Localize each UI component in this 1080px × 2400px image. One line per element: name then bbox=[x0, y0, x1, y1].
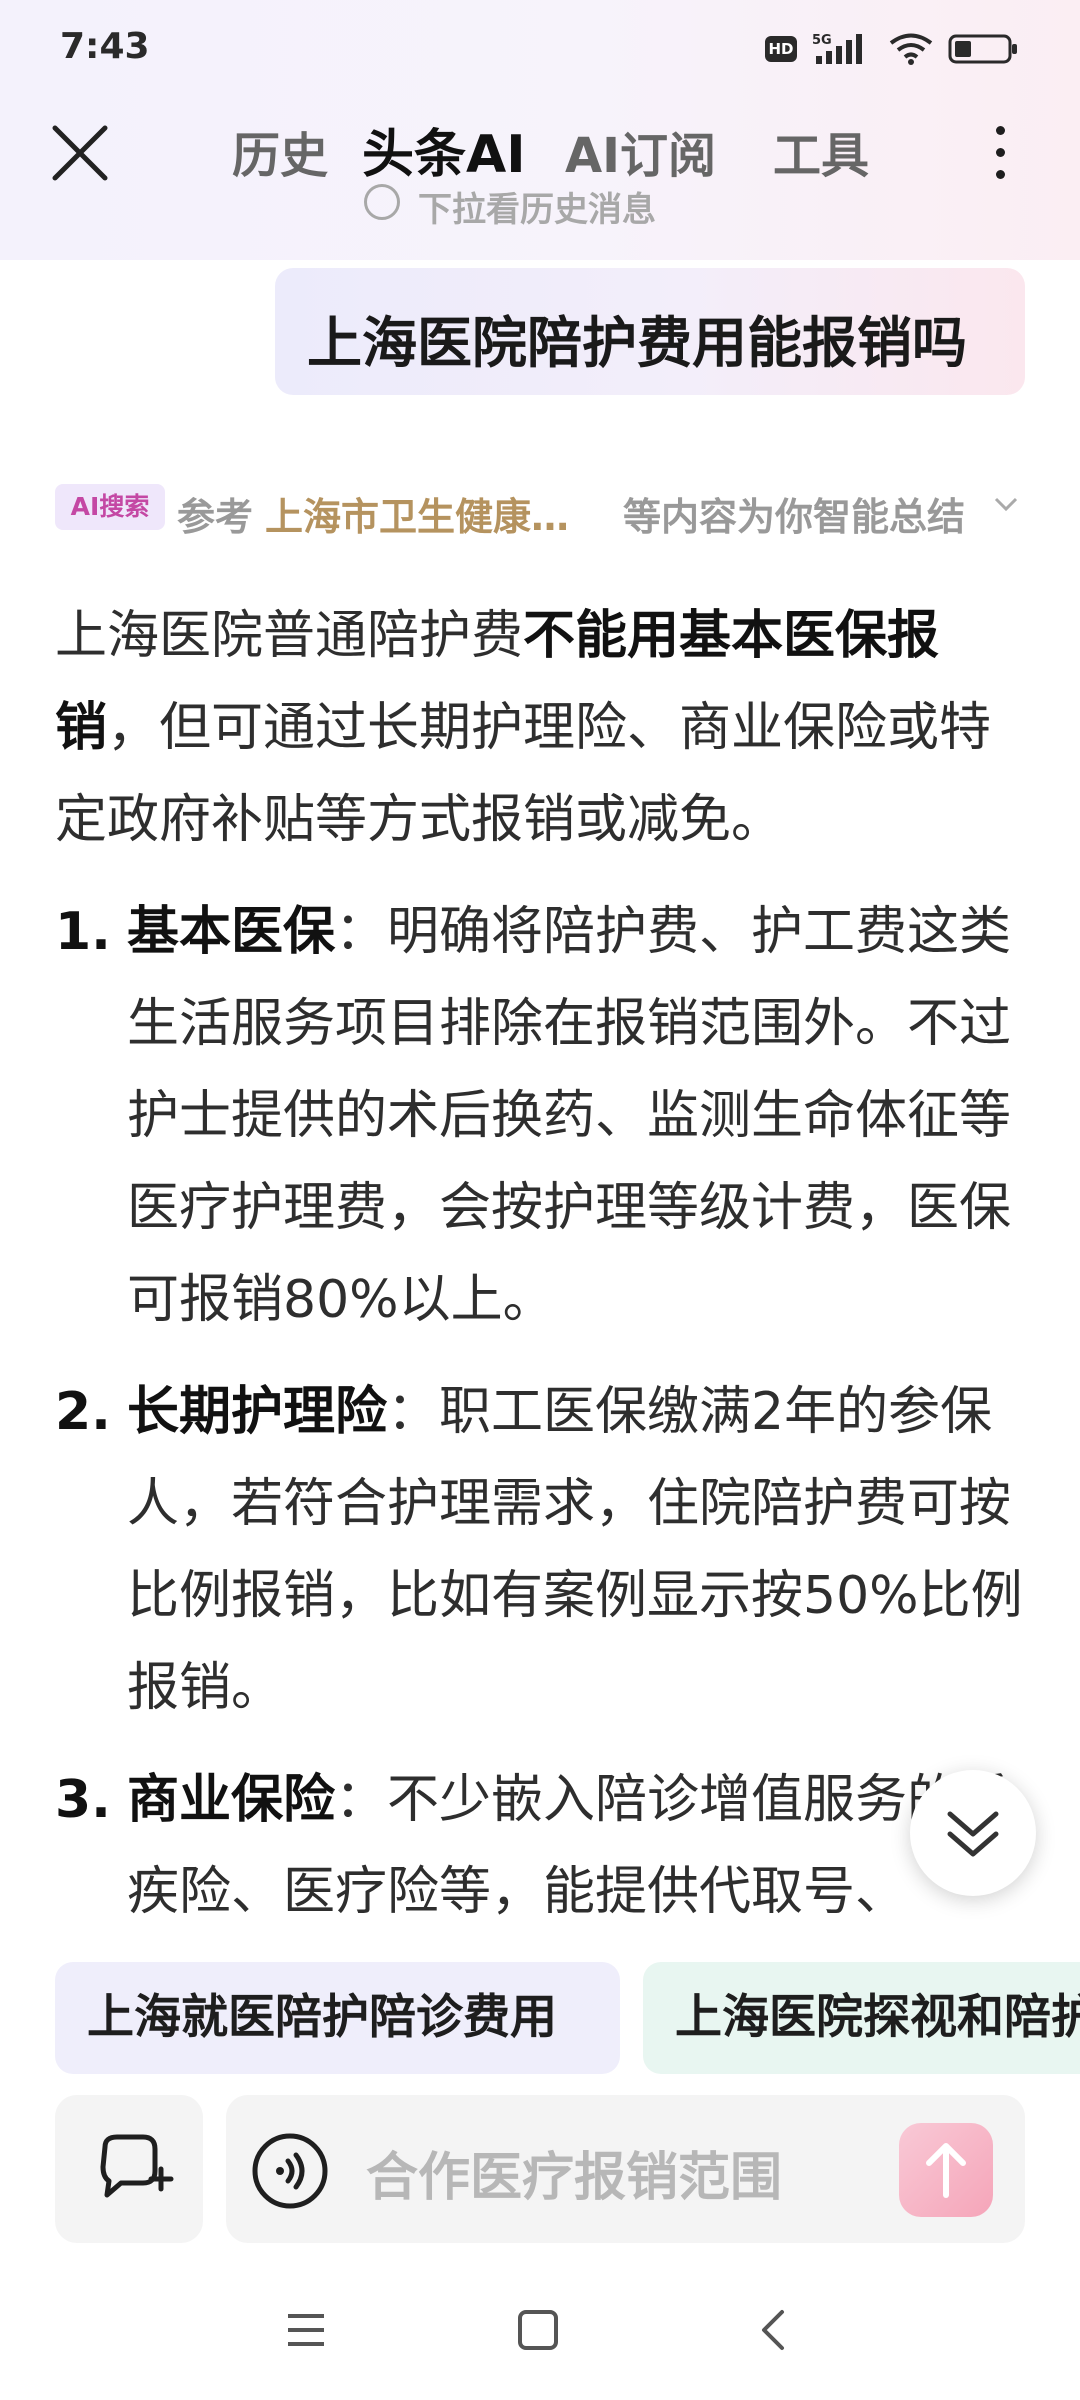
scroll-to-bottom-button[interactable] bbox=[910, 1770, 1036, 1896]
source-attribution[interactable]: AI搜索 参考 上海市卫生健康… 等内容为你智能总结 bbox=[55, 480, 1025, 540]
send-arrow-icon bbox=[926, 2143, 966, 2198]
menu-icon[interactable] bbox=[284, 2308, 328, 2352]
new-chat-icon bbox=[100, 2134, 174, 2198]
user-query-text: 上海医院陪护费用能报销吗 bbox=[307, 311, 968, 375]
back-icon[interactable] bbox=[752, 2308, 796, 2352]
tab-toutiao-ai[interactable]: 头条AI bbox=[362, 112, 526, 187]
suggestion-chip[interactable]: 上海医院探视和陪护 bbox=[643, 1962, 1080, 2074]
answer-intro: 上海医院普通陪护费不能用基本医保报销，但可通过长期护理险、商业保险或特定政府补贴… bbox=[55, 590, 1030, 866]
reference-label: 参考 bbox=[177, 495, 254, 539]
chat-input[interactable]: 合作医疗报销范围 bbox=[226, 2095, 1025, 2243]
status-bar: 7:43 HD 5G bbox=[0, 0, 1080, 100]
chevron-down-icon[interactable] bbox=[992, 490, 1020, 518]
suggestion-chips: 上海就医陪护陪诊费用 上海医院探视和陪护 bbox=[55, 1962, 1080, 2076]
tab-history[interactable]: 历史 bbox=[232, 116, 328, 186]
list-item-title: 基本医保 bbox=[127, 902, 336, 962]
intro-text: 上海医院普通陪护费 bbox=[55, 606, 524, 666]
list-item-text: ：明确将陪护费、护工费这类生活服务项目排除在报销范围外。不过护士提供的术后换药、… bbox=[127, 902, 1012, 1330]
chat-input-row: 合作医疗报销范围 bbox=[0, 2095, 1080, 2245]
hd-icon: HD bbox=[765, 36, 797, 62]
double-chevron-down-icon bbox=[947, 1811, 999, 1857]
status-time: 7:43 bbox=[60, 26, 150, 67]
voice-icon[interactable] bbox=[250, 2131, 330, 2211]
list-number: 2. bbox=[55, 1382, 111, 1442]
reference-source-link[interactable]: 上海市卫生健康… bbox=[265, 486, 569, 541]
list-item-title: 商业保险 bbox=[127, 1770, 336, 1830]
new-chat-button[interactable] bbox=[55, 2095, 203, 2243]
home-icon[interactable] bbox=[516, 2308, 560, 2352]
intro-text-tail: ，但可通过长期护理险、商业保险或特定政府补贴等方式报销或减免。 bbox=[55, 698, 992, 850]
suggestion-chip[interactable]: 上海就医陪护陪诊费用 bbox=[55, 1962, 620, 2074]
list-number: 1. bbox=[55, 902, 111, 962]
ai-answer: 上海医院普通陪护费不能用基本医保报销，但可通过长期护理险、商业保险或特定政府补贴… bbox=[55, 590, 1030, 1938]
tab-tools[interactable]: 工具 bbox=[773, 116, 869, 186]
list-item: 2. 长期护理险：职工医保缴满2年的参保人，若符合护理需求，住院陪护费可按比例报销… bbox=[55, 1366, 1030, 1734]
send-button[interactable] bbox=[899, 2123, 993, 2217]
answer-list: 1. 基本医保：明确将陪护费、护工费这类生活服务项目排除在报销范围外。不过护士提供… bbox=[55, 886, 1030, 1938]
wifi-icon bbox=[889, 33, 933, 65]
input-placeholder: 合作医疗报销范围 bbox=[366, 2148, 783, 2208]
system-nav-bar bbox=[0, 2280, 1080, 2380]
pull-history-hint: 下拉看历史消息 bbox=[0, 180, 1080, 230]
network-label: 5G bbox=[812, 33, 832, 48]
user-message-bubble: 上海医院陪护费用能报销吗 bbox=[275, 268, 1025, 395]
list-item-title: 长期护理险 bbox=[127, 1382, 388, 1442]
close-icon[interactable] bbox=[45, 118, 115, 188]
battery-icon bbox=[948, 34, 1017, 64]
signal-icon: 5G bbox=[812, 33, 862, 64]
pull-history-text: 下拉看历史消息 bbox=[418, 190, 656, 230]
list-item: 1. 基本医保：明确将陪护费、护工费这类生活服务项目排除在报销范围外。不过护士提供… bbox=[55, 886, 1030, 1346]
clock-icon bbox=[364, 184, 400, 220]
reference-summary-text: 等内容为你智能总结 bbox=[623, 495, 966, 539]
tab-ai-subscription[interactable]: AI订阅 bbox=[565, 116, 716, 186]
ai-search-badge: AI搜索 bbox=[55, 484, 165, 530]
list-number: 3. bbox=[55, 1770, 111, 1830]
list-item: 3. 商业保险：不少嵌入陪诊增值服务的重疾险、医疗险等，能提供代取号、 bbox=[55, 1754, 1030, 1938]
